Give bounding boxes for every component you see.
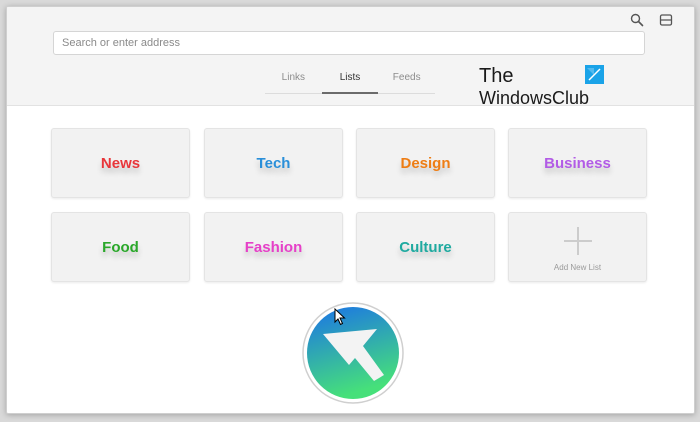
list-label-fashion: Fashion (244, 238, 303, 256)
watermark: The WindowsClub (479, 65, 609, 111)
watermark-logo-icon (585, 65, 604, 84)
search-icon[interactable] (629, 12, 645, 28)
list-card-food[interactable]: Food (51, 212, 190, 282)
view-tabs: Links Lists Feeds (265, 69, 435, 94)
add-new-list-button[interactable]: Add New List (508, 212, 647, 282)
list-label-design: Design (400, 154, 451, 172)
list-card-tech[interactable]: Tech (204, 128, 343, 198)
toolbar: Links Lists Feeds The WindowsClub (7, 7, 694, 108)
app-logo-icon (302, 302, 404, 404)
list-card-business[interactable]: Business (508, 128, 647, 198)
list-label-culture: Culture (399, 238, 452, 256)
list-label-tech: Tech (256, 154, 291, 172)
sidebar-layout-icon[interactable] (658, 12, 674, 28)
list-card-design[interactable]: Design (356, 128, 495, 198)
tab-lists[interactable]: Lists (321, 69, 379, 94)
watermark-line1: The (479, 65, 514, 87)
watermark-line2: WindowsClub (479, 88, 590, 108)
list-card-news[interactable]: News (51, 128, 190, 198)
list-card-culture[interactable]: Culture (356, 212, 495, 282)
mouse-cursor-icon (334, 308, 346, 326)
list-label-food: Food (102, 238, 139, 256)
list-label-news: News (100, 154, 141, 172)
browser-window: Links Lists Feeds The WindowsClub News T… (6, 6, 695, 414)
list-card-fashion[interactable]: Fashion (204, 212, 343, 282)
add-new-list-label: Add New List (553, 262, 602, 272)
tab-feeds[interactable]: Feeds (378, 69, 435, 93)
tab-links[interactable]: Links (265, 69, 322, 93)
plus-icon (563, 226, 592, 255)
list-label-business: Business (544, 154, 611, 172)
address-bar[interactable] (53, 31, 645, 55)
